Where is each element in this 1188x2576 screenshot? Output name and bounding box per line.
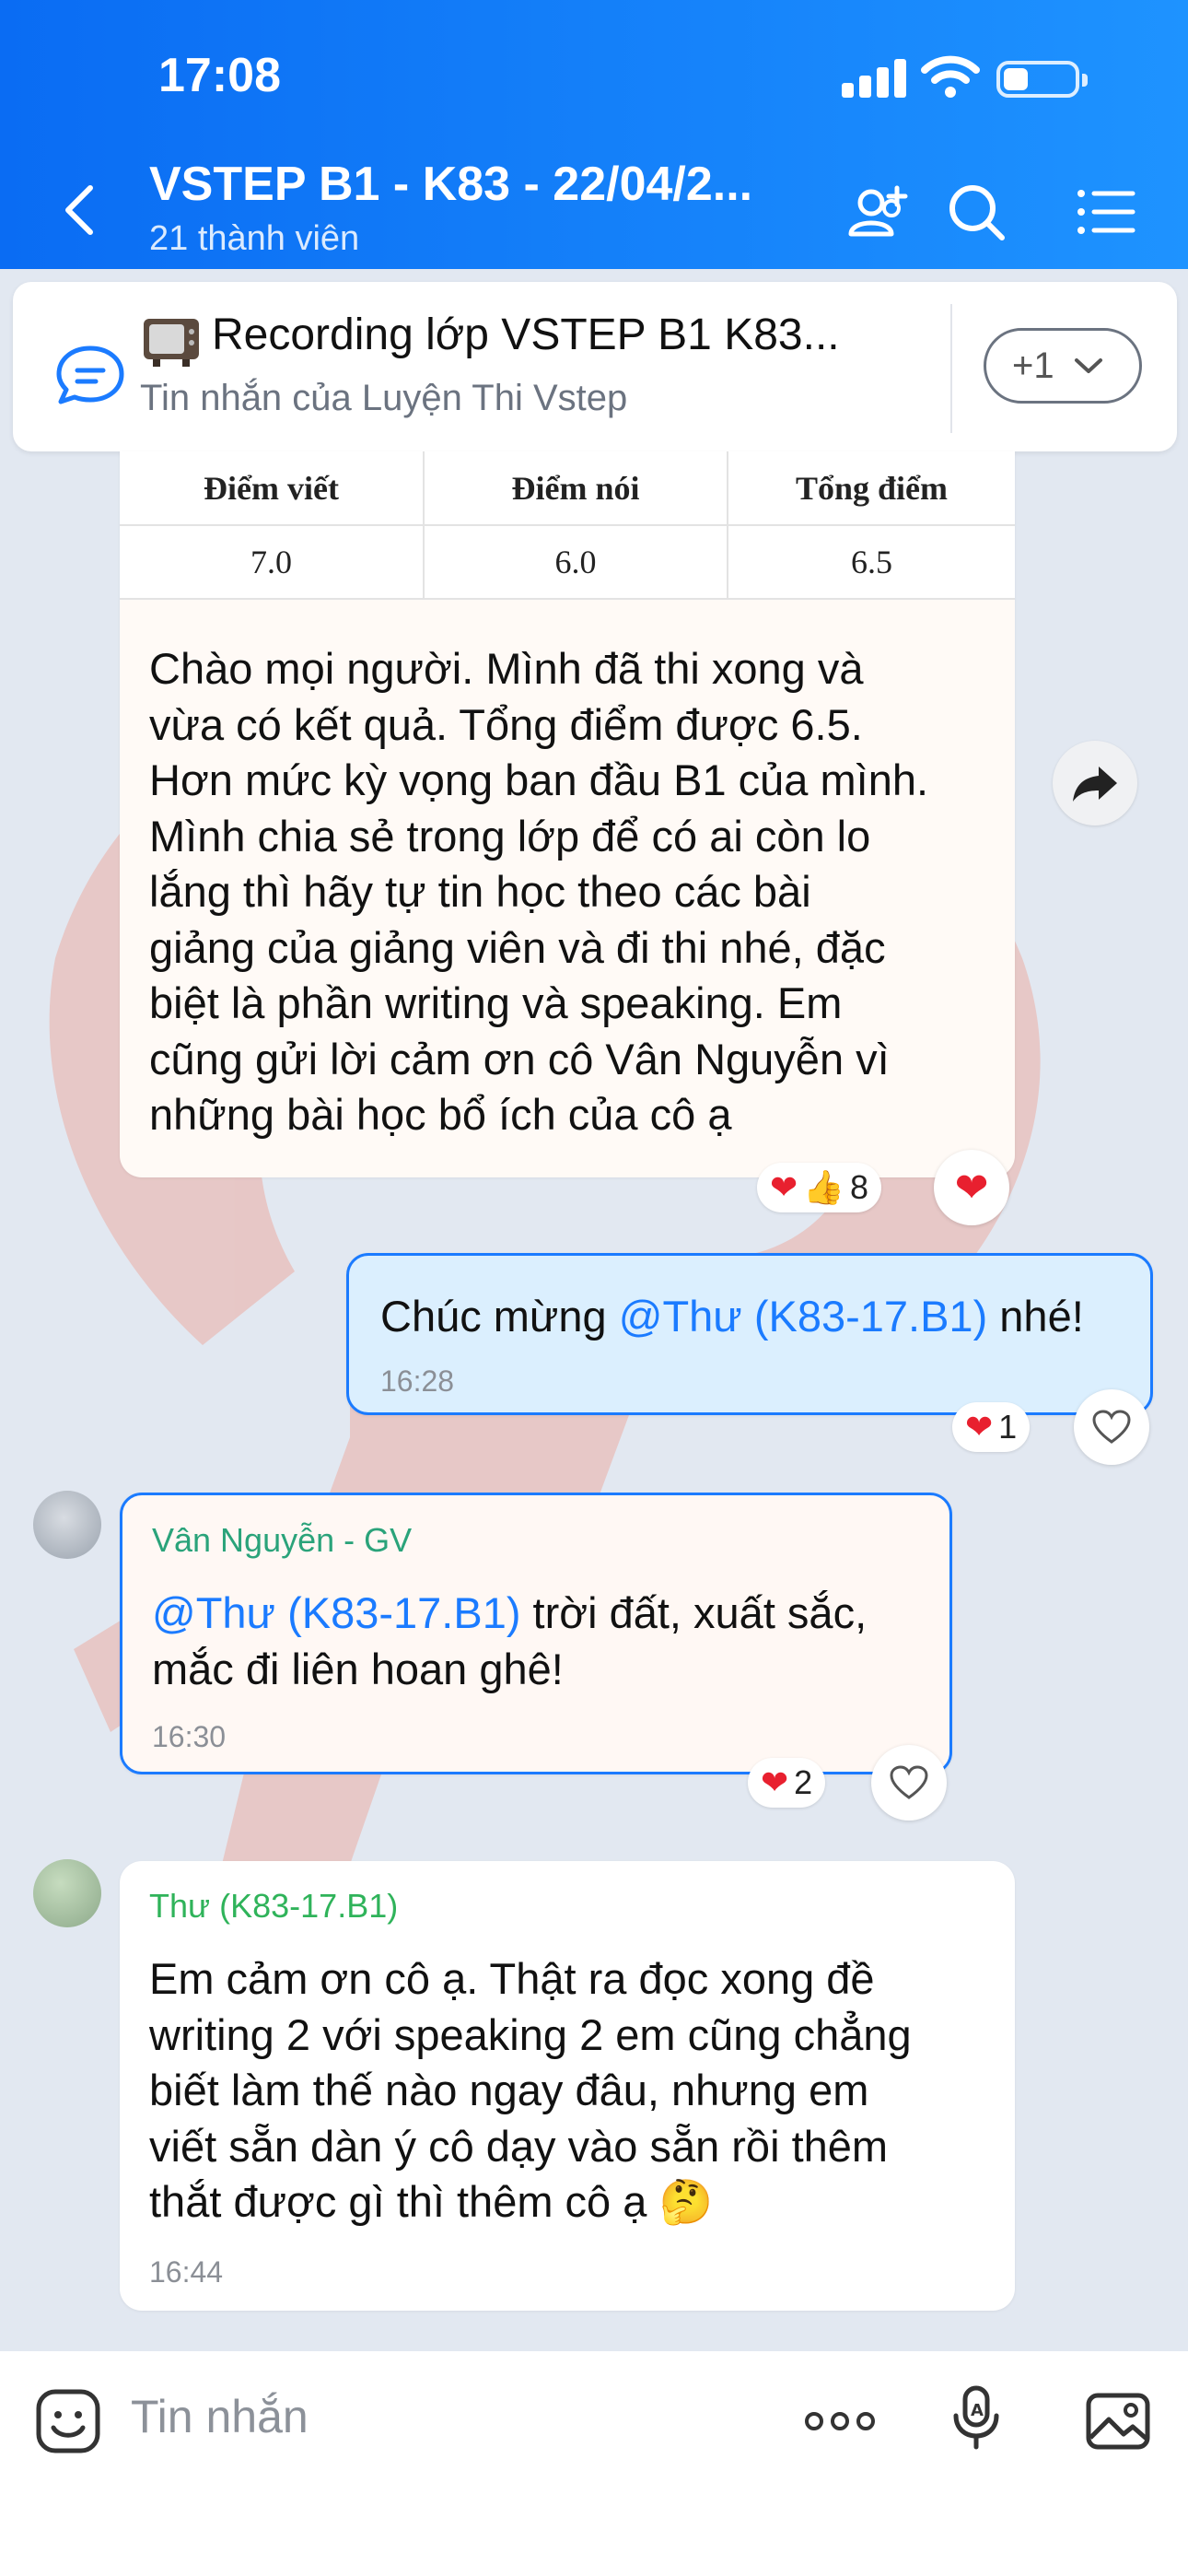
mention-link[interactable]: @Thư (K83-17.B1) <box>152 1588 521 1637</box>
message-bubble[interactable]: Điểm viết Điểm nói Tổng điểm 7.0 6.0 6.5… <box>120 451 1015 1177</box>
wifi-icon <box>921 55 980 98</box>
message-text-body: Em cảm ơn cô ạ. Thật ra đọc xong đề writ… <box>149 1954 912 2226</box>
pinned-more-button[interactable]: +1 <box>984 328 1142 404</box>
avatar[interactable] <box>33 1491 101 1559</box>
message-time: 16:30 <box>152 1720 227 1753</box>
thinking-face-icon: 🤔 <box>658 2177 713 2226</box>
message-input[interactable]: Tin nhắn <box>131 2390 309 2443</box>
add-member-icon[interactable] <box>840 175 914 249</box>
heart-reaction-icon: ❤ <box>965 1408 994 1446</box>
reaction-summary[interactable]: ❤ 1 <box>952 1402 1031 1452</box>
image-icon[interactable] <box>1083 2386 1153 2456</box>
reaction-count: 8 <box>850 1168 869 1206</box>
chevron-down-icon <box>1075 358 1102 373</box>
my-message-bubble[interactable]: Chúc mừng @Thư (K83-17.B1) nhé! 16:28 <box>346 1253 1153 1415</box>
heart-reaction-icon: ❤ <box>761 1763 789 1801</box>
status-time: 17:08 <box>158 49 281 102</box>
message-bubble[interactable]: Vân Nguyễn - GV @Thư (K83-17.B1) trời đấ… <box>120 1493 952 1774</box>
react-heart-button[interactable]: ❤ <box>934 1150 1009 1225</box>
television-icon <box>144 319 199 367</box>
voice-to-text-icon[interactable]: A <box>941 2383 1011 2453</box>
react-heart-button[interactable] <box>1074 1389 1149 1465</box>
table-header: Tổng điểm <box>728 451 1015 526</box>
chat-bubble-icon <box>56 345 124 404</box>
table-cell: 6.0 <box>424 525 728 600</box>
reaction-count: 2 <box>794 1763 813 1801</box>
reaction-summary[interactable]: ❤ 👍 8 <box>757 1163 882 1212</box>
table-header: Điểm viết <box>120 451 425 526</box>
forward-arrow-icon <box>1073 767 1117 802</box>
reaction-summary[interactable]: ❤ 2 <box>748 1758 826 1808</box>
member-count[interactable]: 21 thành viên <box>149 219 359 259</box>
message-text: Em cảm ơn cô ạ. Thật ra đọc xong đề writ… <box>149 1951 1006 2231</box>
avatar[interactable] <box>33 1859 101 1927</box>
sender-name[interactable]: Thư (K83-17.B1) <box>149 1887 398 1926</box>
pinned-subtitle: Tin nhắn của Luyện Thi Vstep <box>140 378 628 418</box>
thumbs-up-reaction-icon: 👍 <box>803 1168 844 1206</box>
react-heart-button[interactable] <box>871 1745 947 1821</box>
more-dots-icon[interactable] <box>801 2386 879 2456</box>
pinned-message-bar[interactable]: Recording lớp VSTEP B1 K83... Tin nhắn c… <box>13 282 1177 451</box>
message-text: @Thư (K83-17.B1) trời đất, xuất sắc, mắc … <box>152 1586 935 1697</box>
signal-icon <box>842 57 908 98</box>
message-composer: Tin nhắn A <box>0 2351 1188 2576</box>
message-text-line2: mắc đi liên hoan ghê! <box>152 1644 564 1693</box>
message-time: 16:44 <box>149 2255 224 2289</box>
svg-text:A: A <box>971 2401 984 2420</box>
table-cell: 6.5 <box>728 525 1015 600</box>
message-text-prefix: Chúc mừng <box>380 1292 619 1341</box>
heart-icon: ❤ <box>954 1165 989 1211</box>
mention-link[interactable]: @Thư (K83-17.B1) <box>619 1292 988 1341</box>
message-text: Chào mọi người. Mình đã thi xong và vừa … <box>149 644 929 1139</box>
pinned-title: Recording lớp VSTEP B1 K83... <box>212 310 840 359</box>
message-bubble[interactable]: Thư (K83-17.B1) Em cảm ơn cô ạ. Thật ra … <box>120 1861 1015 2311</box>
chat-header: 17:08 VSTEP B1 - K83 - 22/04/2... 21 thà… <box>0 0 1188 269</box>
pinned-more-count: +1 <box>1012 345 1054 386</box>
score-table: Điểm viết Điểm nói Tổng điểm 7.0 6.0 6.5 <box>120 451 1015 600</box>
heart-outline-icon <box>1092 1410 1131 1444</box>
menu-list-icon[interactable] <box>1068 175 1142 249</box>
heart-reaction-icon: ❤ <box>770 1168 798 1206</box>
message-time: 16:28 <box>380 1364 455 1398</box>
back-chevron-icon[interactable] <box>55 181 103 240</box>
share-button[interactable] <box>1053 741 1137 825</box>
table-cell: 7.0 <box>120 525 425 600</box>
divider <box>950 304 952 433</box>
message-text-suffix: nhé! <box>987 1292 1084 1341</box>
table-header: Điểm nói <box>424 451 728 526</box>
search-icon[interactable] <box>939 175 1013 249</box>
sticker-icon[interactable] <box>33 2386 103 2456</box>
heart-outline-icon <box>890 1765 928 1799</box>
message-text: Chúc mừng @Thư (K83-17.B1) nhé! <box>380 1289 1084 1345</box>
chat-title[interactable]: VSTEP B1 - K83 - 22/04/2... <box>149 157 752 212</box>
message-text-rest: trời đất, xuất sắc, <box>520 1588 868 1637</box>
reaction-count: 1 <box>998 1408 1018 1446</box>
sender-name[interactable]: Vân Nguyễn - GV <box>152 1521 412 1560</box>
battery-icon <box>996 61 1088 98</box>
